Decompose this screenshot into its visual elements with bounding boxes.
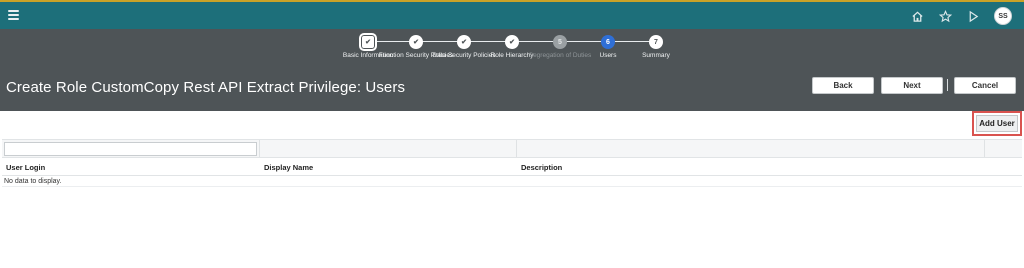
column-header-display-name[interactable]: Display Name bbox=[260, 158, 517, 175]
header-actions: SS bbox=[910, 7, 1012, 25]
add-user-button[interactable]: Add User bbox=[976, 115, 1018, 132]
button-separator bbox=[947, 79, 948, 91]
home-icon[interactable] bbox=[910, 9, 924, 23]
process-train: ✔ Basic Information ✔ Function Security Pol… bbox=[338, 33, 688, 73]
user-login-filter-input[interactable] bbox=[4, 142, 257, 156]
filter-cell-description bbox=[517, 140, 985, 157]
step-number: 6 bbox=[601, 35, 615, 49]
filter-cell-user-login bbox=[2, 140, 260, 157]
back-button[interactable]: Back bbox=[812, 77, 874, 94]
cancel-button[interactable]: Cancel bbox=[954, 77, 1016, 94]
check-icon: ✔ bbox=[505, 35, 519, 49]
play-icon[interactable] bbox=[966, 9, 980, 23]
step-number: 7 bbox=[649, 35, 663, 49]
check-icon: ✔ bbox=[359, 33, 377, 51]
highlight-box: Add User bbox=[972, 111, 1022, 136]
page-header: ✔ Basic Information ✔ Function Security Pol… bbox=[0, 29, 1024, 111]
main-content: Add User User Login Display Name Descrip… bbox=[0, 111, 1024, 268]
filter-row bbox=[2, 139, 1022, 158]
filter-cell-end bbox=[985, 140, 1022, 157]
step-number: 5 bbox=[553, 35, 567, 49]
column-header-description[interactable]: Description bbox=[517, 158, 1022, 175]
avatar[interactable]: SS bbox=[994, 7, 1012, 25]
page-title: Create Role CustomCopy Rest API Extract … bbox=[6, 79, 406, 96]
check-icon: ✔ bbox=[409, 35, 423, 49]
header-row: User Login Display Name Description bbox=[2, 158, 1022, 176]
users-table: User Login Display Name Description No d… bbox=[2, 139, 1022, 187]
column-header-user-login[interactable]: User Login bbox=[2, 158, 260, 175]
filter-cell-display-name bbox=[260, 140, 517, 157]
check-icon: ✔ bbox=[457, 35, 471, 49]
train-step-summary[interactable]: 7 Summary bbox=[616, 33, 696, 60]
star-icon[interactable] bbox=[938, 9, 952, 23]
train-step-label: Summary bbox=[642, 52, 670, 59]
global-header: SS bbox=[0, 0, 1024, 29]
next-button[interactable]: Next bbox=[881, 77, 943, 94]
menu-icon[interactable] bbox=[8, 10, 19, 20]
empty-table-message: No data to display. bbox=[2, 176, 1022, 187]
